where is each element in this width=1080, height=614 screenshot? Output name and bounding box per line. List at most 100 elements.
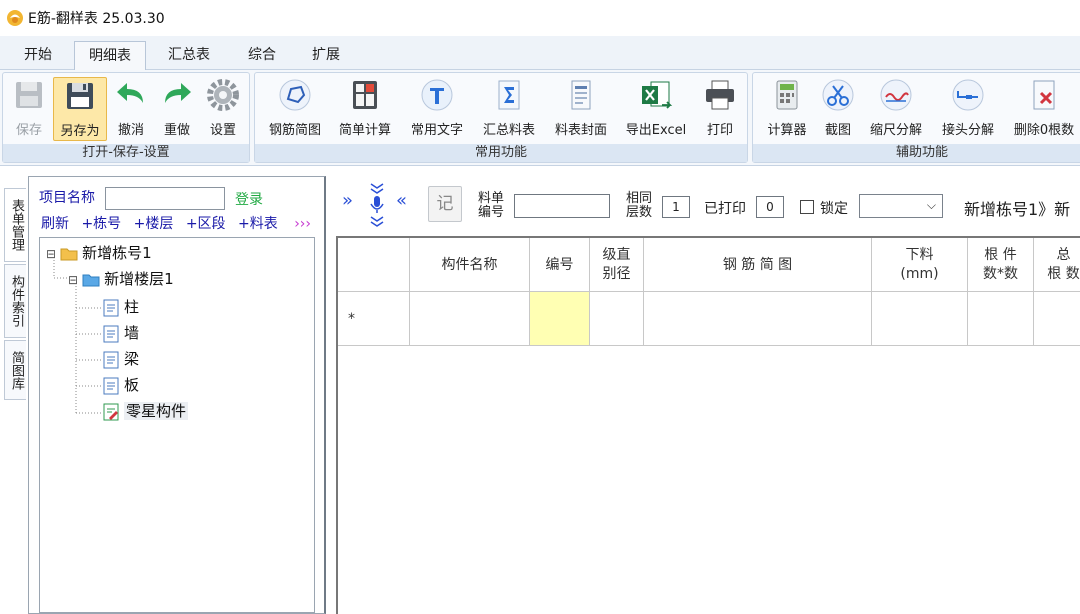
tab-detail-sheet[interactable]: 明细表 [74,41,146,70]
calculator-button[interactable]: 计算器 [759,77,815,141]
ribbon: 保存 另存为 撤消 重做 设置 打开-保存-设置 钢筋简图 简单计算 常用文字 … [0,70,1080,166]
redo-button[interactable]: 重做 [155,77,199,141]
cell-count-times-pieces[interactable] [968,292,1034,346]
tree-node-column[interactable]: 柱 [102,296,139,318]
collapse-toggle-icon[interactable]: ⊟ [68,269,78,291]
print-button[interactable]: 打印 [697,77,743,141]
scale-split-button[interactable]: 缩尺分解 [863,77,929,141]
tab-summary-sheet[interactable]: 汇总表 [154,41,224,70]
rebar-shape-icon [279,79,311,111]
settings-button[interactable]: 设置 [201,77,245,141]
side-tab-component-index[interactable]: 构件索引 [4,264,26,338]
side-tab-form-manager[interactable]: 表单管理 [4,188,26,262]
add-section-link[interactable]: +区段 [186,216,226,232]
joint-split-button[interactable]: 接头分解 [935,77,1001,141]
sheet-icon [103,377,119,394]
tree-node-beam[interactable]: 梁 [102,348,139,370]
undo-arrow-icon [117,83,143,103]
refresh-link[interactable]: 刷新 [41,216,69,232]
common-text-button[interactable]: 常用文字 [405,77,469,141]
save-button[interactable]: 保存 [7,77,51,141]
grid-header-number[interactable]: 编号 [530,238,590,292]
tree-actions: 刷新 +栋号 +楼层 +区段 +料表 ››› [41,213,319,233]
tree-node-misc-components[interactable]: 零星构件 [102,400,189,422]
save-as-disk-icon [67,83,93,109]
sheet-number-input[interactable] [514,194,610,218]
sheet-icon [103,325,119,342]
excel-export-icon [642,81,673,109]
grid-header-grade-diameter[interactable]: 级直 别径 [590,238,644,292]
save-disk-icon [16,82,42,108]
sheet-select[interactable]: ⌵ [859,194,943,218]
add-building-link[interactable]: +栋号 [81,216,121,232]
cell-cut-length[interactable] [872,292,968,346]
same-floor-count-input[interactable]: 1 [662,196,690,218]
prev-chevron-icon[interactable]: « [396,190,407,211]
save-as-button[interactable]: 另存为 [53,77,107,141]
microphone-icon[interactable] [366,182,388,228]
cell-total-count[interactable] [1034,292,1080,346]
cell-component-name[interactable] [410,292,530,346]
more-chevron-icon[interactable]: ››› [294,216,311,232]
row-new-marker: * [338,292,410,346]
text-t-icon [421,79,453,111]
folder-icon [60,248,78,260]
sheet-icon [103,299,119,316]
side-tab-sketch-library[interactable]: 简图库 [4,340,26,400]
simple-calc-button[interactable]: 简单计算 [333,77,397,141]
cell-number[interactable] [530,292,590,346]
grid-header-total-count[interactable]: 总 根 数 [1034,238,1080,292]
screenshot-button[interactable]: 截图 [817,77,859,141]
record-button[interactable]: 记 [428,186,462,222]
delete-zero-count-button[interactable]: 删除0根数 [1009,77,1079,141]
summary-sheet-button[interactable]: 汇总料表 [477,77,541,141]
sheet-icon [103,351,119,368]
same-floor-label-bottom: 层数 [626,205,653,220]
tree-node-slab[interactable]: 板 [102,374,139,396]
login-link[interactable]: 登录 [235,189,263,209]
printed-label: 已打印 [704,201,746,217]
ribbon-group-common: 钢筋简图 简单计算 常用文字 汇总料表 料表封面 导出Excel 打印 常用功能 [254,72,748,163]
window-title: E筋-翻样表 25.03.30 [28,11,165,27]
calculator-keypad-icon [776,80,798,110]
app-logo-icon [7,10,23,26]
grid-header-component-name[interactable]: 构件名称 [410,238,530,292]
export-excel-button[interactable]: 导出Excel [621,77,691,141]
next-chevron-icon[interactable]: » [342,190,353,211]
add-floor-link[interactable]: +楼层 [134,216,174,232]
tree-node-building[interactable]: ⊟ 新增栋号1 [46,242,152,264]
tree-node-floor[interactable]: ⊟ 新增楼层1 [68,268,174,290]
document-cover-icon [571,80,591,110]
printed-count-input[interactable]: 0 [756,196,784,218]
grid-header-cut-length[interactable]: 下料 (mm) [872,238,968,292]
side-tab-strip: 表单管理 构件索引 简图库 [0,166,28,614]
sheet-no-label-top: 料单 [478,191,505,206]
tab-start[interactable]: 开始 [8,41,68,70]
rebar-sketch-button[interactable]: 钢筋简图 [263,77,327,141]
sheet-no-label-bottom: 编号 [478,205,505,220]
folder-icon [82,274,100,286]
cell-grade-diameter[interactable] [590,292,644,346]
grid-header-count-times-pieces[interactable]: 根 件 数*数 [968,238,1034,292]
ribbon-group-aux: 计算器 截图 缩尺分解 接头分解 删除0根数 辅助功能 [752,72,1080,163]
project-name-input[interactable] [105,187,225,210]
cell-rebar-sketch[interactable] [644,292,872,346]
gear-icon [207,79,239,111]
edit-sheet-icon [103,403,119,420]
joint-split-icon [952,79,984,111]
printer-icon [706,80,734,110]
tab-extensions[interactable]: 扩展 [296,41,356,70]
grid-header-rebar-sketch[interactable]: 钢 筋 简 图 [644,238,872,292]
lock-checkbox[interactable] [800,200,814,214]
add-sheet-link[interactable]: +料表 [238,216,278,232]
menu-bar: 开始 明细表 汇总表 综合 扩展 [0,36,1080,70]
ribbon-group-label: 打开-保存-设置 [3,144,249,162]
undo-button[interactable]: 撤消 [109,77,153,141]
redo-arrow-icon [165,83,191,103]
collapse-toggle-icon[interactable]: ⊟ [46,243,56,265]
calculator-icon [353,81,377,109]
tab-comprehensive[interactable]: 综合 [232,41,292,70]
tree-node-wall[interactable]: 墙 [102,322,139,344]
same-floor-label-top: 相同 [626,191,653,206]
sheet-cover-button[interactable]: 料表封面 [549,77,613,141]
